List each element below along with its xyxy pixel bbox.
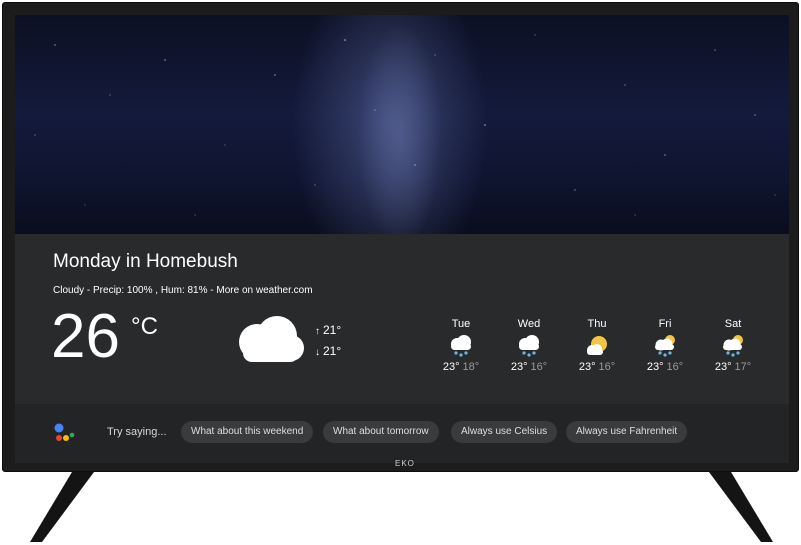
tv-stand-right [709, 472, 773, 542]
today-low: ↓ 21° [315, 344, 342, 358]
weather-details[interactable]: Cloudy - Precip: 100% , Hum: 81% - More … [53, 285, 313, 296]
temperature-unit: °C [131, 313, 158, 340]
cloud-icon [239, 316, 304, 362]
partly-sunny-icon [587, 336, 607, 355]
tv-brand-logo: EKO [395, 459, 415, 468]
tv-screen: Monday in Homebush Cloudy - Precip: 100%… [15, 15, 789, 463]
google-assistant-icon[interactable] [53, 422, 77, 444]
forecast-day-wed: Wed 23° 16° [510, 318, 548, 373]
current-temperature: 26 [51, 302, 120, 371]
try-saying-label: Try saying... [107, 426, 167, 438]
snow-cloud-icon [451, 335, 471, 357]
today-high: ↑ 21° [315, 323, 342, 337]
forecast-day-fri: Fri 23° 16° [646, 318, 684, 373]
arrow-up-icon: ↑ [315, 326, 320, 337]
sun-snow-cloud-icon [723, 335, 743, 357]
forecast-day-sat: Sat 23° 17° [714, 318, 752, 373]
starfield [34, 34, 776, 216]
weather-title: Monday in Homebush [53, 251, 238, 272]
forecast-day-tue: Tue 23° 18° [442, 318, 480, 373]
tv-stand-left [30, 472, 94, 542]
suggestion-chip-weekend[interactable]: What about this weekend [181, 421, 314, 443]
suggestion-chip-tomorrow[interactable]: What about tomorrow [323, 421, 439, 443]
arrow-down-icon: ↓ [315, 347, 320, 358]
sun-snow-cloud-icon [655, 335, 675, 357]
snow-cloud-icon [519, 335, 539, 357]
assistant-suggestion-bar: Try saying... What about this weekend Wh… [15, 404, 789, 463]
suggestion-chip-celsius[interactable]: Always use Celsius [451, 421, 558, 443]
suggestion-chip-fahrenheit[interactable]: Always use Fahrenheit [566, 421, 688, 443]
tv-frame: Monday in Homebush Cloudy - Precip: 100%… [2, 2, 799, 472]
night-sky-background [15, 15, 789, 234]
weather-card: Monday in Homebush Cloudy - Precip: 100%… [15, 234, 789, 463]
forecast-day-thu: Thu 23° 16° [578, 318, 616, 373]
